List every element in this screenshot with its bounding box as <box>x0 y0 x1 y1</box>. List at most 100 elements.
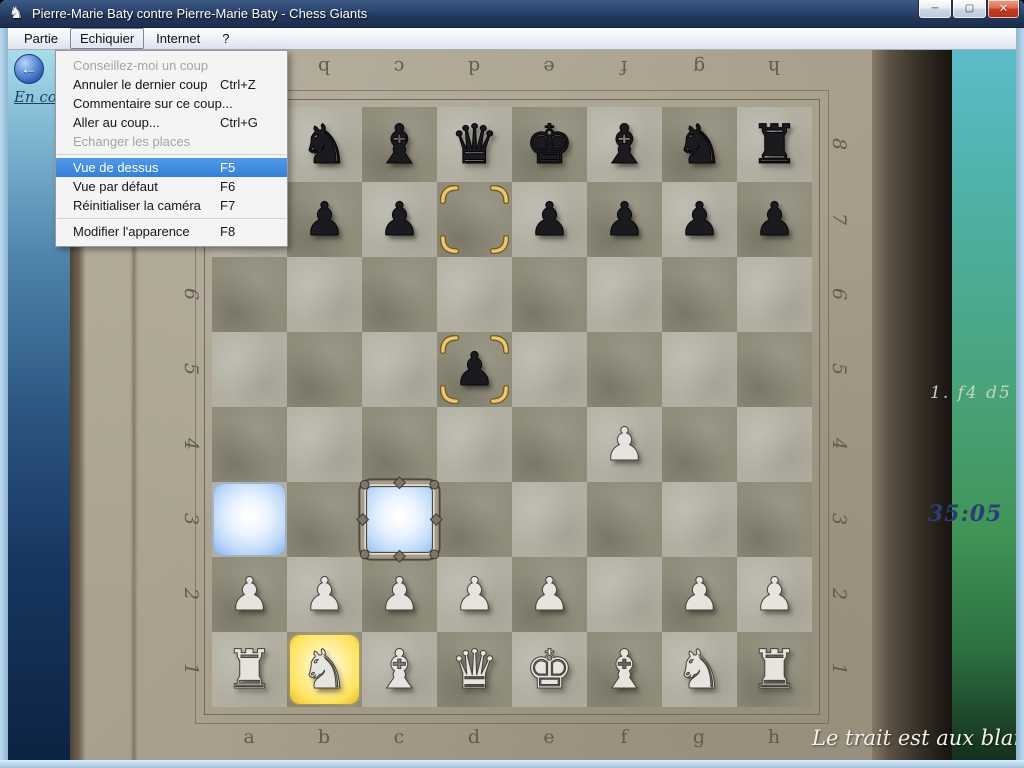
square-h5[interactable] <box>737 332 812 407</box>
square-h6[interactable] <box>737 257 812 332</box>
menubar-item-echiquier[interactable]: Echiquier <box>70 28 144 49</box>
square-f3[interactable] <box>587 482 662 557</box>
piece-black-pawn-c7[interactable]: ♟ <box>362 182 437 257</box>
square-a3[interactable] <box>212 482 287 557</box>
square-c5[interactable] <box>362 332 437 407</box>
square-a5[interactable] <box>212 332 287 407</box>
square-h2[interactable]: ♟ <box>737 557 812 632</box>
square-d2[interactable]: ♟ <box>437 557 512 632</box>
menu-item-vue-de-dessus[interactable]: Vue de dessusF5 <box>56 158 287 177</box>
piece-white-pawn-c2[interactable]: ♟ <box>362 557 437 632</box>
square-b4[interactable] <box>287 407 362 482</box>
piece-black-pawn-b7[interactable]: ♟ <box>287 182 362 257</box>
piece-black-bishop-c8[interactable]: ♝ <box>362 107 437 182</box>
piece-white-pawn-d2[interactable]: ♟ <box>437 557 512 632</box>
square-g8[interactable]: ♞ <box>662 107 737 182</box>
square-c2[interactable]: ♟ <box>362 557 437 632</box>
square-e6[interactable] <box>512 257 587 332</box>
square-c7[interactable]: ♟ <box>362 182 437 257</box>
menu-item-aller-au-coup-[interactable]: Aller au coup...Ctrl+G <box>56 113 287 132</box>
piece-black-knight-g8[interactable]: ♞ <box>662 107 737 182</box>
square-h1[interactable]: ♜ <box>737 632 812 707</box>
square-c1[interactable]: ♝ <box>362 632 437 707</box>
menu-item-réinitialiser-la-caméra[interactable]: Réinitialiser la caméraF7 <box>56 196 287 215</box>
square-g1[interactable]: ♞ <box>662 632 737 707</box>
square-a1[interactable]: ♜ <box>212 632 287 707</box>
square-b1[interactable]: ♞ <box>287 632 362 707</box>
maximize-button[interactable]: ▢ <box>952 0 987 19</box>
piece-black-pawn-f7[interactable]: ♟ <box>587 182 662 257</box>
piece-black-queen-d8[interactable]: ♛ <box>437 107 512 182</box>
square-b5[interactable] <box>287 332 362 407</box>
square-b7[interactable]: ♟ <box>287 182 362 257</box>
square-e7[interactable]: ♟ <box>512 182 587 257</box>
piece-black-pawn-h7[interactable]: ♟ <box>737 182 812 257</box>
piece-black-pawn-d5[interactable]: ♟ <box>437 332 512 407</box>
menu-item-modifier-l-apparence[interactable]: Modifier l'apparenceF8 <box>56 222 287 241</box>
piece-black-pawn-g7[interactable]: ♟ <box>662 182 737 257</box>
piece-black-knight-b8[interactable]: ♞ <box>287 107 362 182</box>
piece-white-knight-b1[interactable]: ♞ <box>287 632 362 707</box>
square-f7[interactable]: ♟ <box>587 182 662 257</box>
square-f8[interactable]: ♝ <box>587 107 662 182</box>
menu-item-conseillez-moi-un-coup[interactable]: Conseillez-moi un coup <box>56 56 287 75</box>
piece-white-bishop-c1[interactable]: ♝ <box>362 632 437 707</box>
square-g5[interactable] <box>662 332 737 407</box>
square-c4[interactable] <box>362 407 437 482</box>
square-g6[interactable] <box>662 257 737 332</box>
square-e2[interactable]: ♟ <box>512 557 587 632</box>
square-a4[interactable] <box>212 407 287 482</box>
square-b2[interactable]: ♟ <box>287 557 362 632</box>
square-b8[interactable]: ♞ <box>287 107 362 182</box>
square-g7[interactable]: ♟ <box>662 182 737 257</box>
menubar-item-internet[interactable]: Internet <box>146 28 210 49</box>
piece-black-bishop-f8[interactable]: ♝ <box>587 107 662 182</box>
menu-item-annuler-le-dernier-coup[interactable]: Annuler le dernier coupCtrl+Z <box>56 75 287 94</box>
square-a6[interactable] <box>212 257 287 332</box>
square-f2[interactable] <box>587 557 662 632</box>
menubar-item-?[interactable]: ? <box>212 28 239 49</box>
menu-item-vue-par-défaut[interactable]: Vue par défautF6 <box>56 177 287 196</box>
piece-white-pawn-h2[interactable]: ♟ <box>737 557 812 632</box>
piece-white-pawn-g2[interactable]: ♟ <box>662 557 737 632</box>
menubar-item-partie[interactable]: Partie <box>14 28 68 49</box>
piece-black-pawn-e7[interactable]: ♟ <box>512 182 587 257</box>
square-d6[interactable] <box>437 257 512 332</box>
square-d5[interactable]: ♟ <box>437 332 512 407</box>
square-f1[interactable]: ♝ <box>587 632 662 707</box>
square-h3[interactable] <box>737 482 812 557</box>
square-h8[interactable]: ♜ <box>737 107 812 182</box>
square-a2[interactable]: ♟ <box>212 557 287 632</box>
square-e3[interactable] <box>512 482 587 557</box>
piece-white-queen-d1[interactable]: ♛ <box>437 632 512 707</box>
menu-item-commentaire-sur-ce-coup-[interactable]: Commentaire sur ce coup... <box>56 94 287 113</box>
minimize-button[interactable]: ─ <box>918 0 952 19</box>
piece-white-rook-a1[interactable]: ♜ <box>212 632 287 707</box>
piece-white-pawn-b2[interactable]: ♟ <box>287 557 362 632</box>
square-e5[interactable] <box>512 332 587 407</box>
square-f5[interactable] <box>587 332 662 407</box>
square-g3[interactable] <box>662 482 737 557</box>
square-b3[interactable] <box>287 482 362 557</box>
piece-black-king-e8[interactable]: ♚ <box>512 107 587 182</box>
piece-white-bishop-f1[interactable]: ♝ <box>587 632 662 707</box>
square-b6[interactable] <box>287 257 362 332</box>
square-h4[interactable] <box>737 407 812 482</box>
square-d4[interactable] <box>437 407 512 482</box>
square-c8[interactable]: ♝ <box>362 107 437 182</box>
square-f6[interactable] <box>587 257 662 332</box>
piece-white-king-e1[interactable]: ♚ <box>512 632 587 707</box>
piece-white-pawn-e2[interactable]: ♟ <box>512 557 587 632</box>
square-d1[interactable]: ♛ <box>437 632 512 707</box>
square-e4[interactable] <box>512 407 587 482</box>
square-f4[interactable]: ♟ <box>587 407 662 482</box>
piece-white-pawn-f4[interactable]: ♟ <box>587 407 662 482</box>
square-g4[interactable] <box>662 407 737 482</box>
square-c6[interactable] <box>362 257 437 332</box>
square-g2[interactable]: ♟ <box>662 557 737 632</box>
square-d8[interactable]: ♛ <box>437 107 512 182</box>
square-d3[interactable] <box>437 482 512 557</box>
square-h7[interactable]: ♟ <box>737 182 812 257</box>
piece-black-rook-h8[interactable]: ♜ <box>737 107 812 182</box>
square-c3[interactable] <box>362 482 437 557</box>
